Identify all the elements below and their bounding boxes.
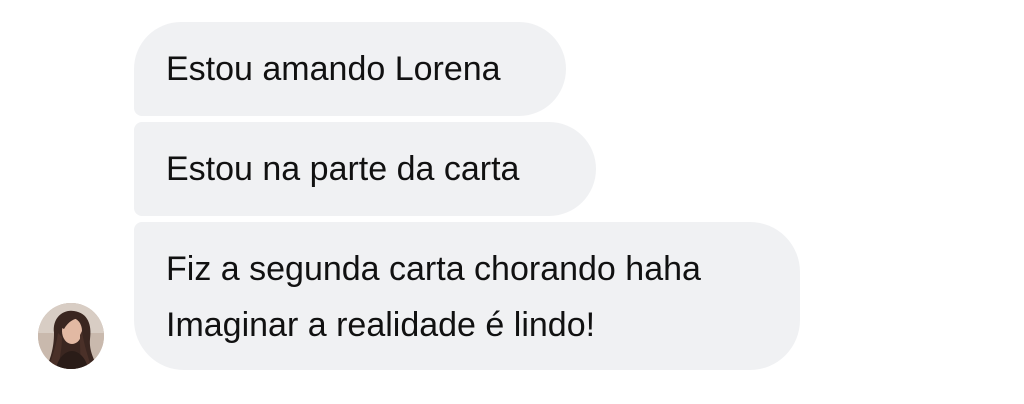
message-text: Estou amando Lorena [166,50,501,88]
sender-avatar[interactable] [38,303,104,369]
message-text: Estou na parte da carta [166,150,520,188]
message-text: Imaginar a realidade é lindo! [166,306,596,344]
message-bubble[interactable]: Estou amando Lorena [134,22,566,116]
message-bubble[interactable]: Estou na parte da carta [134,122,596,216]
user-avatar-photo-icon [38,303,104,369]
chat-thread: Estou amando Lorena Estou na parte da ca… [0,0,1024,404]
message-bubble[interactable]: Fiz a segunda carta chorando haha Imagin… [134,222,800,370]
message-text: Fiz a segunda carta chorando haha [166,250,701,288]
